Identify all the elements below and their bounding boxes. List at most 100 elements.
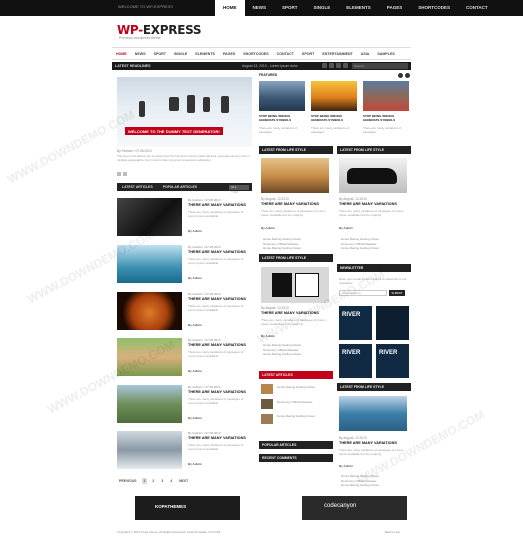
list-item-thumbnail[interactable] xyxy=(117,292,182,330)
top-nav-home[interactable]: HOME xyxy=(215,0,245,16)
site-logo[interactable]: WP-EXPRESS xyxy=(117,23,202,37)
google-plus-icon[interactable] xyxy=(343,63,348,68)
ticker-text[interactable]: August 13, 2013 - Lorem ipsum dolor xyxy=(242,64,298,68)
related-item[interactable]: Horse Racing Getting Closer xyxy=(341,483,379,488)
newsletter-email-input[interactable]: Email address xyxy=(339,290,387,296)
next-arrow-icon[interactable] xyxy=(123,172,127,176)
top-nav-pages[interactable]: PAGES xyxy=(379,0,410,16)
list-item-thumbnail[interactable] xyxy=(117,385,182,423)
latest-item[interactable]: Horse Racing Getting Closer xyxy=(277,385,315,390)
kopathemes-ad[interactable]: KOPATHEMES xyxy=(135,496,240,520)
post-thumbnail[interactable] xyxy=(261,267,329,303)
river-ad-banner[interactable]: RIVER xyxy=(339,344,372,378)
ad-banner[interactable] xyxy=(376,306,409,340)
list-item-thumbnail[interactable] xyxy=(117,198,182,236)
twitter-icon[interactable] xyxy=(329,63,334,68)
featured-thumbnail[interactable] xyxy=(363,81,409,111)
menu-asia[interactable]: ASIA xyxy=(357,49,374,59)
top-nav-contact[interactable]: CONTACT xyxy=(458,0,496,16)
back-to-top-link[interactable]: Back to top xyxy=(385,530,400,534)
related-list: Horse Racing Getting Closer Nonummy Offi… xyxy=(263,237,301,251)
post-author: By Admin xyxy=(261,334,275,338)
menu-entertainment[interactable]: ENTERTAINMENT xyxy=(318,49,356,59)
related-item[interactable]: Horse Racing Getting Closer xyxy=(263,237,301,242)
pagination-page[interactable]: 1 xyxy=(141,478,148,484)
list-item-thumbnail[interactable] xyxy=(117,338,182,376)
menu-shortcodes[interactable]: SHORTCODES xyxy=(239,49,272,59)
top-nav-single[interactable]: SINGLE xyxy=(306,0,339,16)
menu-elements[interactable]: ELEMENTS xyxy=(191,49,219,59)
newsletter-submit-button[interactable]: SUBMIT xyxy=(389,290,405,296)
related-item[interactable]: Horse Racing Getting Closer xyxy=(263,352,301,357)
featured-item-title[interactable]: STOP BEING WRONG GENERATE SYMBOLS xyxy=(259,114,305,122)
post-title[interactable]: THERE ARE MANY VARIATIONS xyxy=(339,202,397,206)
pagination-previous[interactable]: PREVIOUS xyxy=(117,478,139,484)
menu-contact[interactable]: CONTACT xyxy=(273,49,298,59)
post-thumbnail[interactable] xyxy=(339,396,407,431)
list-item-author: By Admin xyxy=(188,323,202,327)
menu-samples[interactable]: SAMPLES xyxy=(373,49,398,59)
list-item-title[interactable]: THERE ARE MANY VARIATIONS xyxy=(188,203,246,207)
next-arrow-icon[interactable] xyxy=(405,73,410,78)
featured-title: FEATURED xyxy=(259,73,278,77)
list-item-thumbnail[interactable] xyxy=(117,431,182,469)
top-nav-news[interactable]: NEWS xyxy=(245,0,275,16)
related-item[interactable]: Horse Racing Getting Closer xyxy=(263,343,301,348)
hero-slider-image[interactable]: WELCOME TO THE DUMMY TEXT GENERATOR! xyxy=(117,77,252,147)
article-thumbnail[interactable] xyxy=(261,414,273,424)
list-item-title[interactable]: THERE ARE MANY VARIATIONS xyxy=(188,343,246,347)
prev-arrow-icon[interactable] xyxy=(398,73,403,78)
prev-arrow-icon[interactable] xyxy=(117,172,121,176)
pagination-page[interactable]: 4 xyxy=(168,478,174,484)
post-title[interactable]: THERE ARE MANY VARIATIONS xyxy=(261,311,319,315)
menu-sport[interactable]: SPORT xyxy=(150,49,170,59)
post-title[interactable]: THERE ARE MANY VARIATIONS xyxy=(261,202,319,206)
article-thumbnail[interactable] xyxy=(261,384,273,394)
top-nav: HOME NEWS SPORT SINGLE ELEMENTS PAGES SH… xyxy=(215,0,496,16)
latest-item[interactable]: Horse Racing Getting Closer xyxy=(277,414,315,419)
tab-latest-articles[interactable]: LATEST ARTICLES xyxy=(117,185,158,189)
menu-news[interactable]: NEWS xyxy=(131,49,150,59)
article-thumbnail[interactable] xyxy=(261,399,273,409)
list-item-thumbnail[interactable] xyxy=(117,245,182,283)
logo-part-a: WP- xyxy=(117,23,143,37)
codecanyon-ad[interactable]: codecanyon xyxy=(302,496,407,520)
related-item[interactable]: Horse Racing Getting Closer xyxy=(341,474,379,479)
post-thumbnail[interactable] xyxy=(339,158,407,193)
post-thumbnail[interactable] xyxy=(261,158,329,193)
tab-popular-articles[interactable]: POPULAR ARTICLES xyxy=(158,185,202,189)
time-filter-select[interactable]: ALL TIME xyxy=(229,184,249,194)
latest-item[interactable]: Nonummy Official Release xyxy=(277,400,315,405)
list-item-title[interactable]: THERE ARE MANY VARIATIONS xyxy=(188,297,246,301)
menu-pages[interactable]: PAGES xyxy=(219,49,239,59)
rss-icon[interactable] xyxy=(336,63,341,68)
pagination-next[interactable]: NEXT xyxy=(177,478,190,484)
featured-thumbnail[interactable] xyxy=(311,81,357,111)
featured-thumbnail[interactable] xyxy=(259,81,305,111)
facebook-icon[interactable] xyxy=(322,63,327,68)
hero-caption[interactable]: WELCOME TO THE DUMMY TEXT GENERATOR! xyxy=(125,127,223,135)
pagination-page[interactable]: 2 xyxy=(150,478,156,484)
featured-item-title[interactable]: STOP BEING WRONG GENERATE SYMBOLS xyxy=(311,114,357,122)
menu-sport-2[interactable]: SPORT xyxy=(298,49,318,59)
section-header: LATEST ARTICLES xyxy=(259,371,333,379)
related-item[interactable]: Horse Racing Getting Closer xyxy=(263,246,301,251)
related-item[interactable]: Horse Racing Getting Closer xyxy=(341,237,379,242)
list-item-title[interactable]: THERE ARE MANY VARIATIONS xyxy=(188,390,246,394)
search-input[interactable]: Search... xyxy=(352,63,408,69)
top-nav-sport[interactable]: SPORT xyxy=(274,0,306,16)
pagination-page[interactable]: 3 xyxy=(159,478,165,484)
related-item[interactable]: Horse Racing Getting Closer xyxy=(341,246,379,251)
post-title[interactable]: THERE ARE MANY VARIATIONS xyxy=(339,441,397,445)
hiker-figure xyxy=(221,96,229,113)
main-menu: HOME NEWS SPORT SINGLE ELEMENTS PAGES SH… xyxy=(112,49,411,59)
menu-home[interactable]: HOME xyxy=(112,49,131,59)
menu-single[interactable]: SINGLE xyxy=(170,49,191,59)
river-ad-banner[interactable]: RIVER xyxy=(376,344,409,378)
list-item-title[interactable]: THERE ARE MANY VARIATIONS xyxy=(188,250,246,254)
top-nav-elements[interactable]: ELEMENTS xyxy=(338,0,379,16)
river-ad-banner[interactable]: RIVER xyxy=(339,306,372,340)
list-item-title[interactable]: THERE ARE MANY VARIATIONS xyxy=(188,436,246,440)
top-nav-shortcodes[interactable]: SHORTCODES xyxy=(410,0,458,16)
featured-item-title[interactable]: STOP BEING WRONG GENERATE SYMBOLS xyxy=(363,114,409,122)
